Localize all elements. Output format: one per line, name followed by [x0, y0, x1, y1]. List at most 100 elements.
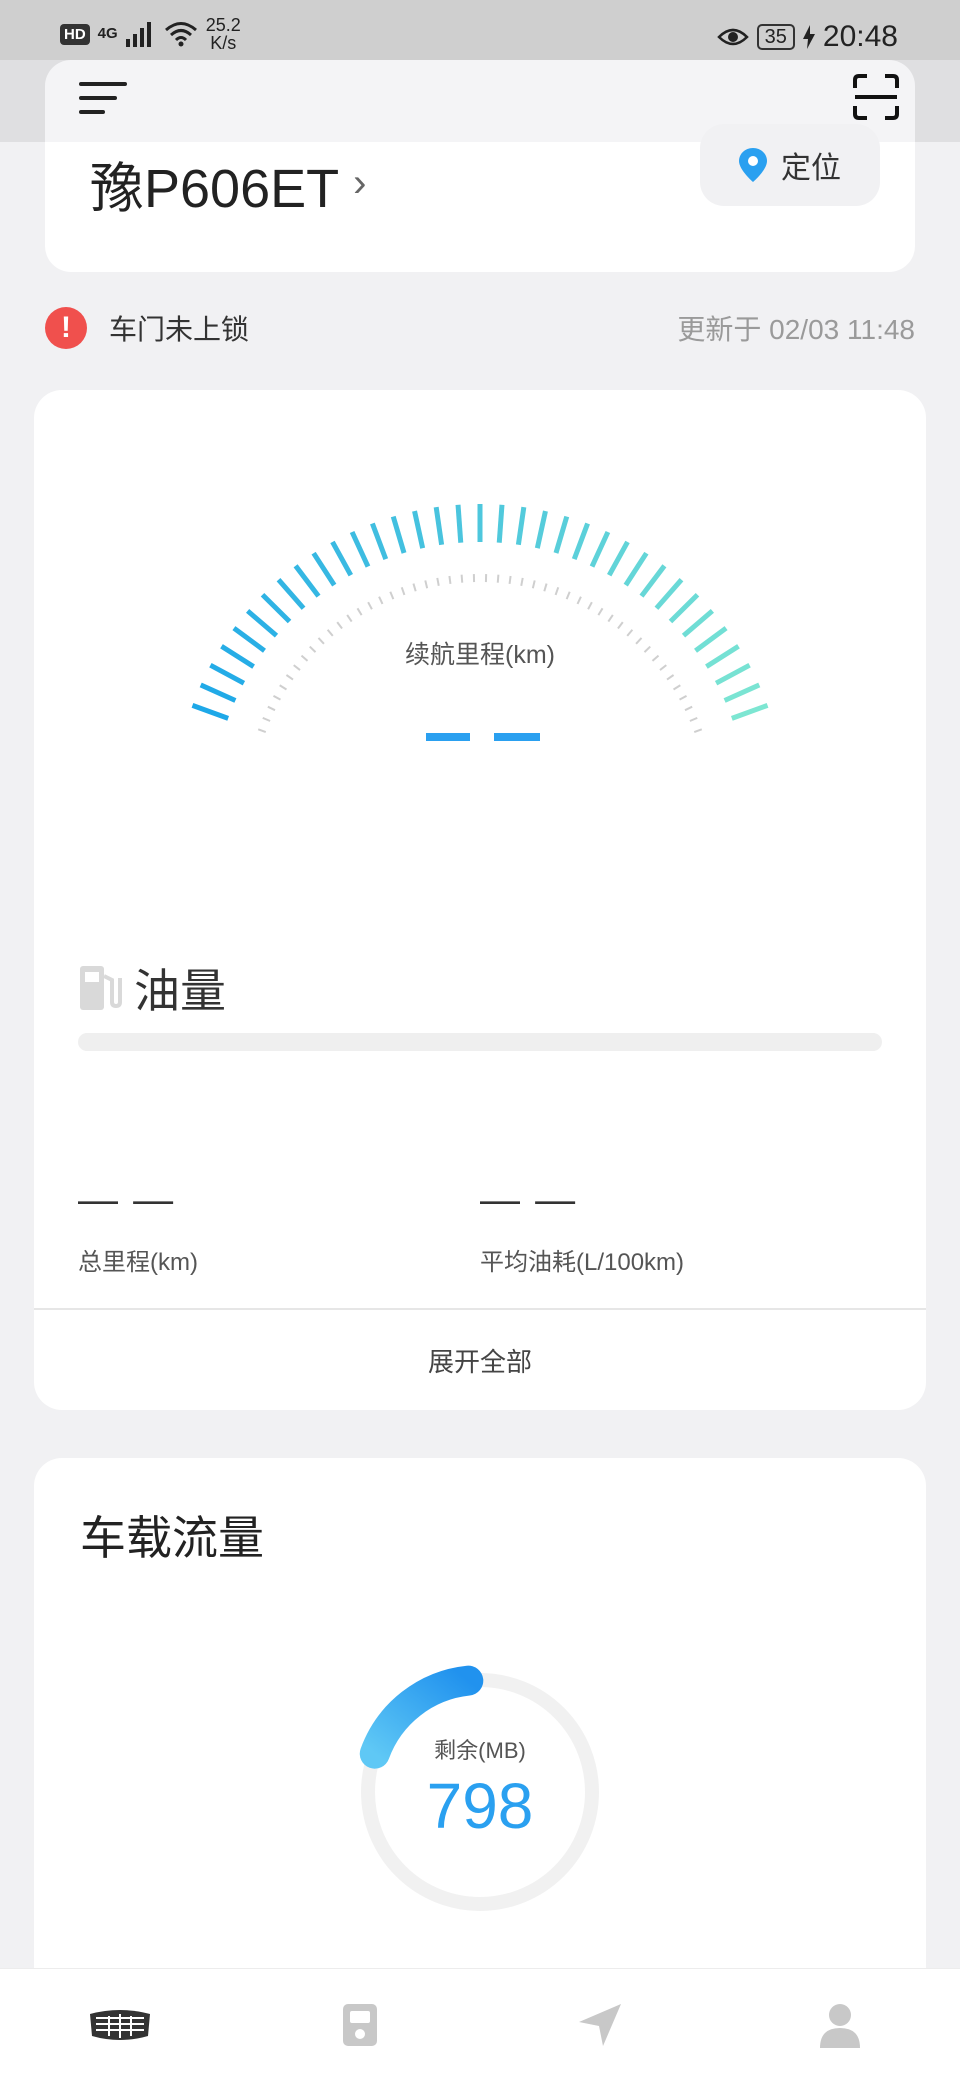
- gauge-minor-tick: [336, 621, 343, 630]
- gauge-tick: [534, 510, 548, 549]
- expand-all-button[interactable]: 展开全部: [34, 1310, 926, 1410]
- location-pin-icon: [739, 148, 767, 182]
- gauge-tick: [639, 564, 667, 598]
- gauge-tick: [245, 609, 279, 638]
- gauge-tick: [714, 663, 751, 686]
- gauge-minor-tick: [689, 716, 698, 722]
- avg-consumption-value: — —: [480, 1178, 578, 1222]
- gauge-minor-tick: [576, 596, 582, 605]
- signal-icon: [125, 22, 151, 47]
- gauge-minor-tick: [285, 674, 294, 681]
- hd-badge: HD: [60, 23, 90, 45]
- remaining-value: 798: [427, 1770, 534, 1842]
- network-type: 4G: [97, 25, 118, 42]
- gauge-tick: [260, 592, 292, 624]
- data-usage-title: 车载流量: [80, 1512, 264, 1564]
- gauge-tick: [191, 702, 230, 721]
- menu-icon[interactable]: [79, 78, 127, 118]
- gauge-minor-tick: [651, 654, 660, 662]
- license-plate: 豫P606ET: [90, 158, 340, 219]
- vehicle-status-card: 续航里程(km) — — 油量 — — 总里程(km) — — 平均油耗(L/1…: [34, 390, 926, 1410]
- gauge-tick: [199, 682, 237, 703]
- gauge-tick: [209, 663, 246, 686]
- alert-text: 车门未上锁: [109, 314, 250, 345]
- gauge-minor-tick: [267, 705, 276, 712]
- gauge-minor-tick: [587, 601, 593, 610]
- update-timestamp: 更新于 02/03 11:48: [677, 314, 915, 345]
- data-usage-ring: 剩余(MB) 798: [359, 1665, 599, 1911]
- gauge-minor-tick: [635, 637, 643, 645]
- gauge-minor-tick: [643, 645, 651, 653]
- gauge-tick: [571, 522, 590, 560]
- gauge-minor-tick: [356, 607, 363, 616]
- gauge-tick: [390, 515, 407, 554]
- gauge-tick: [496, 504, 505, 543]
- gauge-tick: [515, 506, 527, 546]
- gauge-tick: [349, 530, 371, 568]
- gauge-tick: [694, 626, 728, 653]
- gauge-tick: [311, 551, 337, 587]
- net-speed: 25.2 K/s: [206, 16, 241, 52]
- gauge-minor-tick: [257, 728, 267, 733]
- tab-control[interactable]: [328, 1993, 392, 2057]
- gauge-minor-tick: [293, 664, 301, 671]
- vehicle-control-icon: [343, 2004, 377, 2046]
- gauge-minor-tick: [520, 577, 524, 586]
- gauge-minor-tick: [679, 694, 688, 701]
- gauge-tick: [654, 578, 684, 610]
- status-right: 35 20:48: [716, 20, 898, 54]
- fuel-level-bar: [78, 1033, 882, 1051]
- gauge-tick: [412, 510, 426, 549]
- net-speed-unit: K/s: [210, 33, 237, 53]
- fuel-pump-icon: [80, 966, 122, 1010]
- total-mileage-label: 总里程(km): [78, 1249, 198, 1276]
- navigation-icon: [579, 2004, 621, 2046]
- gauge-minor-tick: [300, 654, 309, 662]
- gauge-tick: [220, 644, 255, 669]
- gauge-minor-tick: [378, 596, 384, 605]
- gauge-minor-tick: [424, 580, 429, 589]
- vehicle-selector[interactable]: 豫P606ET ›: [90, 142, 366, 224]
- profile-icon: [820, 2004, 860, 2048]
- gauge-minor-tick: [565, 591, 571, 600]
- battery-level: 35: [756, 24, 795, 50]
- gauge-minor-tick: [317, 637, 325, 645]
- charging-icon: [802, 25, 815, 49]
- tab-profile[interactable]: [808, 1993, 872, 2057]
- net-speed-value: 25.2: [205, 15, 241, 35]
- gauge-tick: [276, 578, 306, 610]
- gauge-tick: [681, 609, 715, 638]
- gauge-tick: [607, 540, 630, 577]
- clock: 20:48: [822, 20, 898, 53]
- locate-button[interactable]: 定位: [700, 124, 880, 206]
- tab-home[interactable]: [88, 1993, 152, 2057]
- gauge-tick: [668, 592, 700, 624]
- locate-label: 定位: [781, 152, 841, 185]
- gauge-minor-tick: [508, 575, 512, 585]
- gauge-minor-tick: [673, 684, 681, 691]
- gauge-minor-tick: [693, 728, 703, 733]
- gauge-minor-tick: [531, 580, 536, 589]
- gauge-minor-tick: [436, 577, 440, 586]
- vehicle-card: 豫P606ET › 定位: [45, 124, 915, 272]
- gauge-minor-tick: [326, 629, 334, 637]
- gauge-minor-tick: [597, 607, 604, 616]
- bottom-tab-bar: [0, 1968, 960, 2080]
- gauge-minor-tick: [367, 601, 373, 610]
- car-logo-icon: [90, 2010, 150, 2040]
- gauge-minor-tick: [389, 591, 395, 600]
- gauge-minor-tick: [496, 574, 500, 583]
- tab-navigation[interactable]: [568, 1993, 632, 2057]
- gauge-minor-tick: [666, 674, 675, 681]
- gauge-minor-tick: [279, 684, 287, 691]
- wifi-icon: [164, 22, 197, 47]
- gauge-minor-tick: [543, 583, 548, 592]
- gauge-minor-tick: [412, 583, 417, 592]
- gauge-tick: [370, 522, 389, 560]
- scan-icon[interactable]: [851, 72, 901, 122]
- gauge-tick: [293, 564, 321, 598]
- gauge-minor-tick: [617, 621, 624, 630]
- total-mileage: — — 总里程(km): [78, 1180, 198, 1277]
- fuel-header: 油量: [78, 955, 226, 1021]
- range-gauge: 续航里程(km): [191, 504, 769, 741]
